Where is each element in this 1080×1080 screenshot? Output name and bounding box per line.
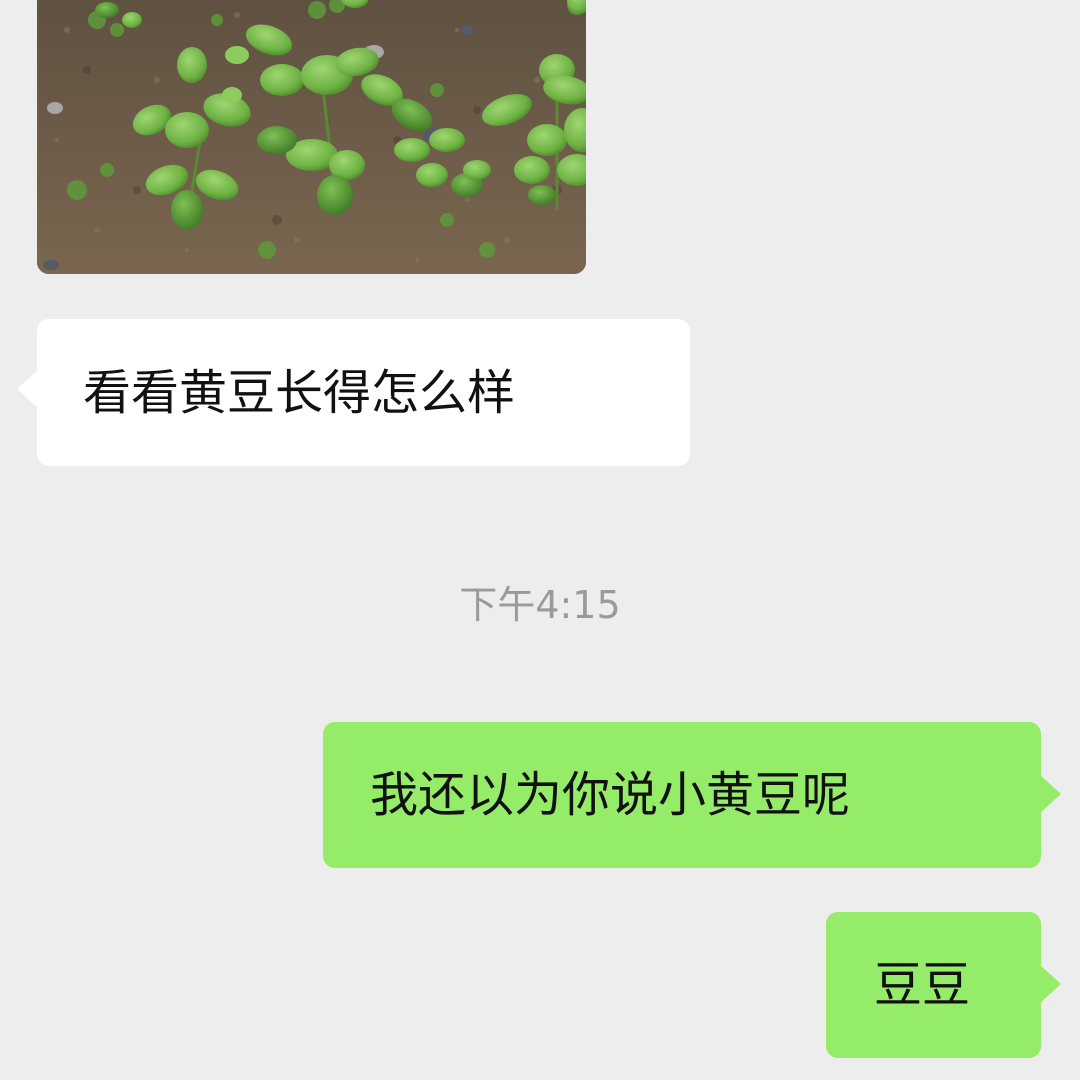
message-text: 我还以为你说小黄豆呢 [370,767,851,823]
message-text: 看看黄豆长得怎么样 [83,364,516,421]
message-timestamp: 下午4:15 [459,583,621,627]
chat-message-area[interactable]: 看看黄豆长得怎么样 下午4:15 我还以为你说小黄豆呢 豆豆 [0,0,1080,1080]
image-message-soybean-seedlings[interactable] [37,0,586,274]
outgoing-message-bubble[interactable]: 豆豆 [826,912,1061,1058]
outgoing-message-bubble[interactable]: 我还以为你说小黄豆呢 [323,722,1061,868]
incoming-message-bubble[interactable]: 看看黄豆长得怎么样 [17,319,690,466]
soybean-seedlings-photo [37,0,586,274]
message-text: 豆豆 [874,957,971,1013]
